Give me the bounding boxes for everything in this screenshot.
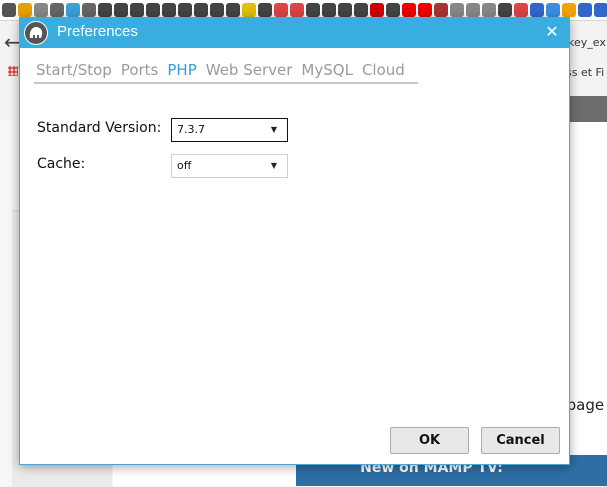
apps-grid-icon[interactable] [8, 66, 18, 76]
tab-php[interactable]: PHP [165, 60, 198, 80]
bookmark-favicon-icon[interactable] [418, 3, 432, 17]
bookmark-favicon-icon[interactable] [498, 3, 512, 17]
bookmark-favicon-icon[interactable] [34, 3, 48, 17]
bookmark-favicon-icon[interactable] [514, 3, 528, 17]
dialog-title: Preferences [57, 23, 138, 40]
tab-mysql[interactable]: MySQL [299, 60, 355, 80]
tab-start-stop[interactable]: Start/Stop [34, 60, 114, 80]
bookmark-favicon-icon[interactable] [402, 3, 416, 17]
cache-select[interactable]: off ▼ [171, 154, 288, 178]
bookmark-favicon-icon[interactable] [434, 3, 448, 17]
bookmark-favicon-icon[interactable] [354, 3, 368, 17]
bookmark-favicon-icon[interactable] [146, 3, 160, 17]
preferences-dialog: Preferences ✕ Start/Stop Ports PHP Web S… [19, 17, 570, 465]
tab-web-server[interactable]: Web Server [204, 60, 295, 80]
ok-button[interactable]: OK [390, 427, 469, 454]
bookmark-favicon-icon[interactable] [274, 3, 288, 17]
bookmark-favicon-icon[interactable] [226, 3, 240, 17]
bookmark-favicon-icon[interactable] [530, 3, 544, 17]
page-left-margin [0, 120, 12, 486]
bookmark-favicon-icon[interactable] [594, 3, 607, 17]
chevron-down-icon: ▼ [270, 125, 277, 134]
bookmark-favicon-icon[interactable] [466, 3, 480, 17]
bookmark-favicon-icon[interactable] [50, 3, 64, 17]
bookmark-favicon-icon[interactable] [178, 3, 192, 17]
bookmark-favicon-icon[interactable] [322, 3, 336, 17]
tab-cloud[interactable]: Cloud [360, 60, 407, 80]
bookmark-favicon-icon[interactable] [338, 3, 352, 17]
cache-value: off [177, 159, 192, 172]
bookmark-label[interactable]: ss et Fi [566, 66, 604, 79]
bookmark-favicon-icon[interactable] [162, 3, 176, 17]
bookmark-favicon-icon[interactable] [18, 3, 32, 17]
bookmark-favicon-icon[interactable] [98, 3, 112, 17]
bookmark-favicon-icon[interactable] [578, 3, 592, 17]
bookmark-favicon-icon[interactable] [66, 3, 80, 17]
bookmark-favicon-icon[interactable] [130, 3, 144, 17]
bookmark-favicon-icon[interactable] [370, 3, 384, 17]
tab-ports[interactable]: Ports [119, 60, 161, 80]
bookmark-favicon-icon[interactable] [306, 3, 320, 17]
bookmark-favicon-icon[interactable] [194, 3, 208, 17]
bookmark-favicon-icon[interactable] [386, 3, 400, 17]
mamp-logo-icon [24, 21, 48, 45]
browser-tab-title[interactable]: key_ex [568, 36, 606, 49]
bookmark-favicon-icon[interactable] [114, 3, 128, 17]
bookmark-favicon-icon[interactable] [482, 3, 496, 17]
cache-label: Cache: [37, 156, 86, 172]
bookmark-favicon-icon[interactable] [258, 3, 272, 17]
bookmark-favicon-icon[interactable] [562, 3, 576, 17]
cancel-button[interactable]: Cancel [481, 427, 560, 454]
chevron-down-icon: ▼ [270, 161, 277, 170]
standard-version-label: Standard Version: [37, 120, 162, 136]
bookmark-favicon-icon[interactable] [210, 3, 224, 17]
bookmark-favicon-icon[interactable] [546, 3, 560, 17]
bookmark-favicon-icon[interactable] [450, 3, 464, 17]
preferences-tabs: Start/Stop Ports PHP Web Server MySQL Cl… [34, 60, 418, 84]
bookmark-favicon-icon[interactable] [290, 3, 304, 17]
standard-version-select[interactable]: 7.3.7 ▼ [171, 118, 288, 142]
bookmark-favicon-icon[interactable] [82, 3, 96, 17]
bookmark-favicon-icon[interactable] [2, 3, 16, 17]
dialog-titlebar[interactable]: Preferences ✕ [20, 18, 569, 48]
bookmark-favicon-icon[interactable] [242, 3, 256, 17]
standard-version-value: 7.3.7 [177, 123, 205, 136]
close-icon[interactable]: ✕ [540, 20, 564, 44]
page-header-strip [566, 96, 607, 122]
